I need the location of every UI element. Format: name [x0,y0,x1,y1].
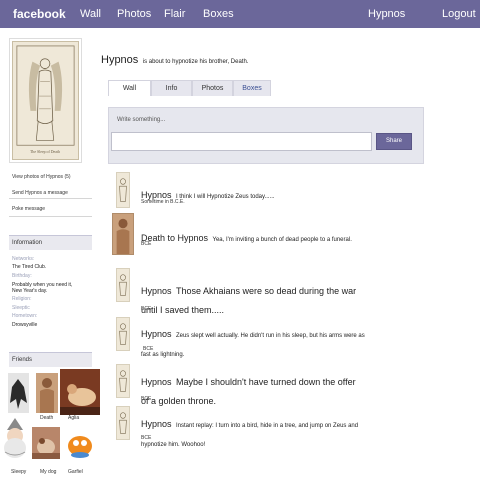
logout-link[interactable]: Logout [442,0,476,28]
info-label-religion: Religion: [12,296,32,302]
post-author-thumbnail[interactable] [112,213,134,255]
post-author-thumbnail[interactable] [116,268,130,302]
post-author-thumbnail[interactable] [116,406,130,440]
post-timestamp: BCE [141,435,152,441]
info-label-birthday: Birthday: [12,273,32,279]
facebook-logo[interactable]: facebook [13,0,66,28]
friend-name-garfiel[interactable]: Garfiel [68,469,83,475]
nav-wall[interactable]: Wall [80,0,101,28]
post-author[interactable]: Hypnos [141,329,172,339]
post-author-thumbnail[interactable] [116,364,130,398]
tab-boxes[interactable]: Boxes [233,80,271,96]
info-label-sleeptic: Sleeptic [12,305,30,311]
post-text: I think I will Hypnotize Zeus today.....… [175,194,275,200]
send-message-link[interactable]: Send Hypnos a message [9,190,92,199]
information-header: Information [9,235,92,250]
view-photos-link[interactable]: View photos of Hypnos (5) [9,174,92,180]
friend-photo-death[interactable] [36,373,58,413]
post-timestamp: BCE [141,306,152,312]
post-author-thumbnail[interactable] [116,317,130,351]
poke-link[interactable]: Poke message [9,206,92,217]
tab-wall[interactable]: Wall [108,80,151,96]
post-timestamp: BCE [141,396,152,402]
post-text: Yea, I'm inviting a bunch of dead people… [212,237,352,243]
nav-boxes[interactable]: Boxes [203,0,234,28]
nav-flair[interactable]: Flair [164,0,185,28]
info-value-networks[interactable]: The Tired Club. [12,264,46,270]
info-label-hometown: Hometown: [12,313,38,319]
post-body-6: Hypnos Instant replay: I turn into a bir… [141,413,376,451]
post-text: Zeus slept well actually. He didn't run … [141,333,365,359]
post-timestamp: Sometime in B.C.E. [141,199,185,205]
post-body-3: Hypnos Those Akhaians were so dead durin… [141,280,371,318]
post-author[interactable]: Hypnos [141,419,172,429]
status-text: is about to hypnotize his brother, Death… [142,59,249,65]
post-body-2: Death to Hypnos Yea, I'm inviting a bunc… [141,227,381,246]
friend-name-aglia[interactable]: Aglia [68,415,79,421]
profile-name[interactable]: Hypnos [101,54,138,66]
friend-name-sleepy[interactable]: Sleepy [11,469,26,475]
friend-name-my-dog[interactable]: My dog [40,469,56,475]
friends-header: Friends [9,352,92,367]
info-label-networks: Networks: [12,256,35,262]
nav-photos[interactable]: Photos [117,0,151,28]
info-value-birthday: Probably when you need it, New Year's da… [12,282,73,294]
post-timestamp: BCE [141,241,152,247]
profile-status: Hypnos is about to hypnotize his brother… [101,50,248,68]
friend-photo-my-dog[interactable] [32,427,60,459]
nav-profile[interactable]: Hypnos [368,0,405,28]
post-timestamp: BCE [143,346,154,352]
friend-photo-sleepy[interactable] [1,416,29,460]
top-navigation-bar: facebook Wall Photos Flair Boxes Hypnos … [0,0,480,28]
friend-photo-1[interactable] [8,373,29,413]
post-text: Those Akhaians were so dead during the w… [141,286,357,316]
friend-photo-aglia[interactable] [60,369,100,415]
friend-photo-garfiel[interactable] [64,430,96,460]
post-text: Instant replay: I turn into a bird, hide… [141,423,359,449]
friend-name-death[interactable]: Death [40,415,53,421]
post-text: Maybe I shouldn't have turned down the o… [141,377,356,407]
portrait-caption: The Sleep of Death [30,150,60,154]
post-body-4: Hypnos Zeus slept well actually. He didn… [141,323,376,361]
info-value-hometown[interactable]: Drowsyville [12,322,37,328]
post-author-thumbnail[interactable] [116,172,130,208]
post-body-5: Hypnos Maybe I shouldn't have turned dow… [141,371,356,409]
tab-photos[interactable]: Photos [192,80,233,96]
wall-post-input[interactable] [111,132,372,151]
tab-info[interactable]: Info [151,80,192,96]
profile-picture[interactable]: The Sleep of Death [12,41,79,160]
post-author[interactable]: Hypnos [141,286,172,296]
share-button[interactable]: Share [376,133,412,150]
post-author[interactable]: Hypnos [141,377,172,387]
write-something-label: Write something... [117,117,166,123]
